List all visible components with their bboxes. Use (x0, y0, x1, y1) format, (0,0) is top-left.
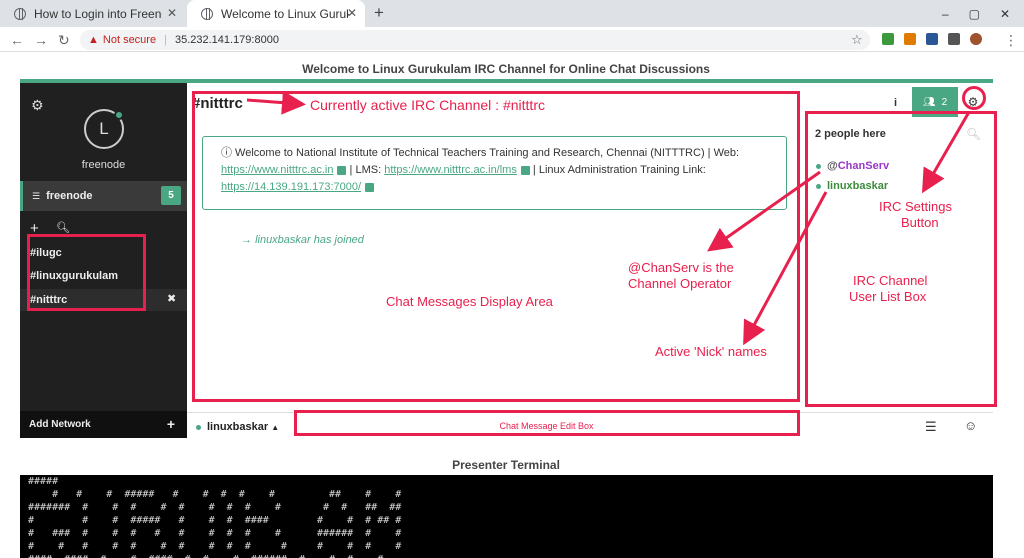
presenter-terminal: ##### # # # ##### # # # # # ## # # #####… (20, 475, 993, 558)
terminal-output: ##### # # # ##### # # # # # ## # # #####… (28, 476, 402, 558)
terminal-title: Presenter Terminal (452, 458, 560, 472)
